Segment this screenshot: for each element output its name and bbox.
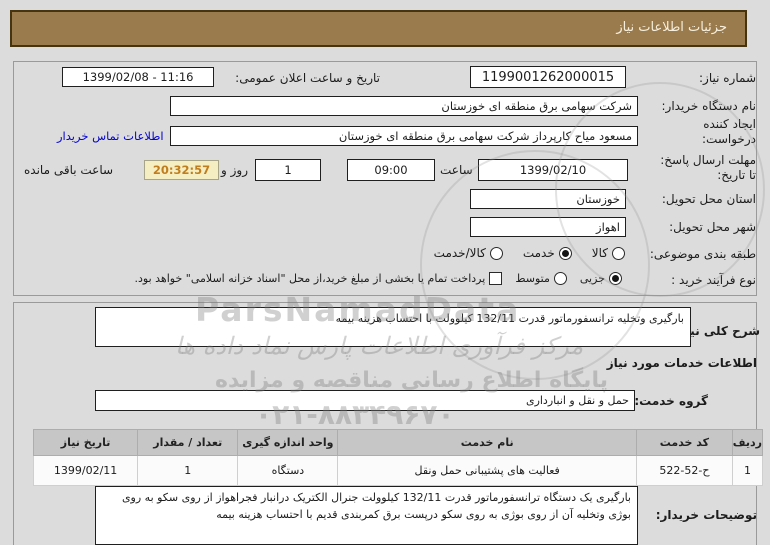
deadline-label: مهلت ارسال پاسخ: تا تاریخ: — [660, 153, 756, 183]
treasury-docs-label: پرداخت تمام یا بخشی از مبلغ خرید،از محل … — [134, 272, 486, 285]
remaining-days-field[interactable]: 1 — [255, 159, 321, 181]
radio-service[interactable] — [558, 246, 572, 260]
cell-row-number: 1 — [731, 455, 764, 486]
cell-service-code: ح-52-522 — [635, 455, 733, 486]
deadline-time-value: 09:00 — [374, 163, 408, 177]
creator-field[interactable]: مسعود میاح کارپرداز شرکت سهامی برق منطقه… — [170, 126, 638, 146]
announce-datetime-label: تاریخ و ساعت اعلان عمومی: — [235, 71, 380, 85]
cell-need-date: 1399/02/11 — [32, 455, 139, 486]
deadline-time-field[interactable]: 09:00 — [347, 159, 435, 181]
page-title: جزئیات اطلاعات نیاز — [616, 20, 727, 36]
buyer-org-label: نام دستگاه خریدار: — [661, 99, 757, 113]
category-option-goods-service[interactable]: کالا/خدمت — [434, 246, 503, 260]
services-table-wrap: ردیف کد خدمت نام خدمت واحد اندازه گیری ت… — [32, 429, 764, 486]
days-and-label: روز و — [221, 163, 248, 177]
city-field[interactable]: اهواز — [470, 217, 626, 237]
table-row: 1 ح-52-522 فعالیت های پشتیبانی حمل ونقل … — [32, 455, 764, 486]
radio-minor-label: جزیی — [579, 272, 605, 285]
service-group-label: گروه خدمت: — [634, 394, 708, 408]
hours-remaining-label: ساعت باقی مانده — [24, 163, 114, 177]
deadline-date-value: 1399/02/10 — [519, 163, 587, 177]
treasury-docs-checkbox[interactable] — [489, 272, 503, 285]
buyer-notes-field[interactable]: بارگیری یک دستگاه ترانسفورماتور قدرت 132… — [95, 486, 638, 545]
radio-medium-label: متوسط — [515, 272, 550, 285]
need-number-value: 1199001262000015 — [481, 69, 615, 85]
cell-service-name: فعالیت های پشتیبانی حمل ونقل — [337, 455, 637, 486]
need-number-label: شماره نیاز: — [699, 71, 756, 85]
countdown-timer: 20:32:57 — [144, 160, 219, 180]
description-value: بارگیری وتخلیه ترانسفورماتور قدرت 132/11… — [335, 312, 684, 325]
province-label: استان محل تحویل: — [661, 192, 756, 206]
remaining-days-value: 1 — [284, 163, 292, 177]
purchase-type-label: نوع فرآیند خرید : — [671, 273, 756, 287]
deadline-hour-label: ساعت — [440, 163, 473, 177]
col-need-date: تاریخ نیاز — [32, 429, 139, 456]
buyer-org-field[interactable]: شرکت سهامی برق منطقه ای خوزستان — [170, 96, 638, 116]
deadline-label-line2: تا تاریخ: — [717, 168, 756, 182]
city-label: شهر محل تحویل: — [669, 220, 756, 234]
creator-value: مسعود میاح کارپرداز شرکت سهامی برق منطقه… — [338, 129, 632, 143]
need-number-field[interactable]: 1199001262000015 — [470, 66, 626, 88]
buyer-org-value: شرکت سهامی برق منطقه ای خوزستان — [441, 99, 632, 113]
purchase-option-minor[interactable]: جزیی — [580, 272, 622, 285]
countdown-value: 20:32:57 — [152, 163, 211, 177]
col-service-code: کد خدمت — [635, 429, 733, 456]
category-option-goods[interactable]: کالا — [592, 246, 625, 260]
category-options: کالا خدمت کالا/خدمت — [434, 246, 625, 260]
deadline-label-line1: مهلت ارسال پاسخ: — [660, 153, 756, 167]
province-value: خوزستان — [576, 192, 620, 206]
need-details-page: جزئیات اطلاعات نیاز شماره نیاز: 11990012… — [0, 0, 770, 545]
radio-medium[interactable] — [553, 272, 567, 285]
province-field[interactable]: خوزستان — [470, 189, 626, 209]
radio-minor[interactable] — [609, 272, 622, 285]
cell-quantity: 1 — [137, 455, 239, 486]
services-table-header-row: ردیف کد خدمت نام خدمت واحد اندازه گیری ت… — [32, 429, 764, 456]
purchase-type-options: جزیی متوسط پرداخت تمام یا بخشی از مبلغ خ… — [135, 272, 622, 285]
services-table: ردیف کد خدمت نام خدمت واحد اندازه گیری ت… — [32, 429, 764, 486]
col-row-number: ردیف — [731, 429, 764, 456]
purchase-option-medium[interactable]: متوسط — [515, 272, 567, 285]
buyer-notes-value: بارگیری یک دستگاه ترانسفورماتور قدرت 132… — [121, 491, 631, 522]
radio-goods-service-label: کالا/خدمت — [433, 246, 486, 260]
category-label: طبقه بندی موضوعی: — [649, 247, 756, 261]
announce-datetime-value: 1399/02/08 - 11:16 — [82, 70, 194, 84]
creator-label: ایجاد کننده درخواست: — [702, 117, 756, 146]
services-header: اطلاعات خدمات مورد نیاز — [606, 356, 757, 370]
title-bar: جزئیات اطلاعات نیاز — [10, 10, 747, 47]
category-option-service[interactable]: خدمت — [523, 246, 572, 260]
description-field[interactable]: بارگیری وتخلیه ترانسفورماتور قدرت 132/11… — [95, 307, 691, 347]
service-group-value: حمل و نقل و انبارداری — [525, 394, 629, 407]
col-quantity: تعداد / مقدار — [137, 429, 239, 456]
col-service-name: نام خدمت — [337, 429, 637, 456]
announce-datetime-field[interactable]: 1399/02/08 - 11:16 — [62, 67, 214, 87]
radio-goods[interactable] — [612, 246, 625, 260]
deadline-date-field[interactable]: 1399/02/10 — [478, 159, 628, 181]
radio-goods-service[interactable] — [489, 246, 503, 260]
service-group-field[interactable]: حمل و نقل و انبارداری — [95, 390, 635, 411]
radio-service-label: خدمت — [522, 246, 555, 260]
treasury-docs-option[interactable]: پرداخت تمام یا بخشی از مبلغ خرید،از محل … — [135, 272, 503, 285]
cell-unit: دستگاه — [237, 455, 339, 486]
radio-goods-label: کالا — [591, 246, 608, 260]
buyer-contact-link[interactable]: اطلاعات تماس خریدار — [57, 129, 164, 143]
buyer-notes-label: توضیحات خریدار: — [655, 508, 757, 522]
col-unit: واحد اندازه گیری — [237, 429, 339, 456]
city-value: اهواز — [596, 220, 620, 234]
